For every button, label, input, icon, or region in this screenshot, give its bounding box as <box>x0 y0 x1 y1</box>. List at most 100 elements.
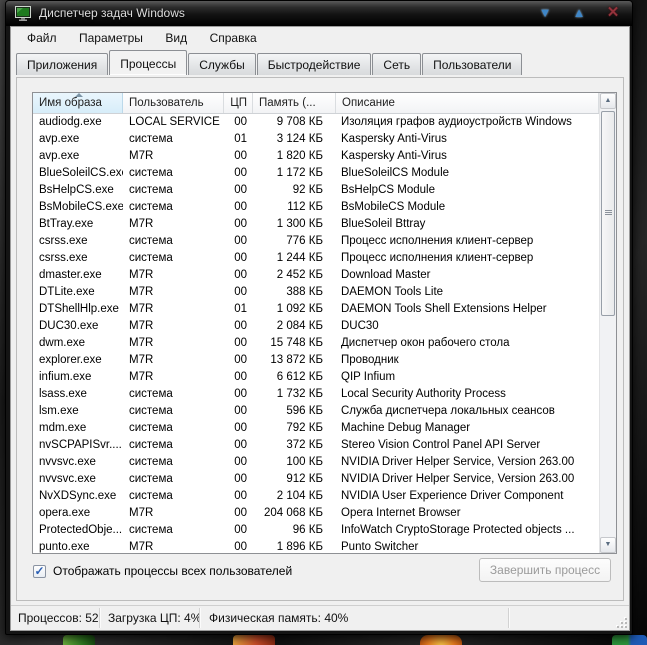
column-header-memory[interactable]: Память (... <box>253 93 336 113</box>
cell-user: система <box>123 250 224 267</box>
column-header-description[interactable]: Описание <box>336 93 599 113</box>
table-row[interactable]: BlueSoleilCS.exe система 00 1 172 КБ Blu… <box>33 165 599 182</box>
cell-cpu: 00 <box>224 284 253 301</box>
menu-view[interactable]: Вид <box>156 27 196 45</box>
table-row[interactable]: opera.exe M7R 00 204 068 КБ Opera Intern… <box>33 505 599 522</box>
show-all-users-label: Отображать процессы всех пользователей <box>53 564 292 578</box>
status-physical-memory: Физическая память: 40% <box>209 606 348 630</box>
cell-image-name: BsMobileCS.exe <box>33 199 123 216</box>
table-row[interactable]: ProtectedObje... система 00 96 КБ InfoWa… <box>33 522 599 539</box>
vertical-scrollbar[interactable]: ▲ ▼ <box>599 93 616 553</box>
cell-user: система <box>123 199 224 216</box>
table-row[interactable]: DTShellHlp.exe M7R 01 1 092 КБ DAEMON To… <box>33 301 599 318</box>
tab-users[interactable]: Пользователи <box>422 53 522 75</box>
table-row[interactable]: avp.exe M7R 00 1 820 КБ Kaspersky Anti-V… <box>33 148 599 165</box>
tab-performance[interactable]: Быстродействие <box>257 53 372 75</box>
taskbar-icon-4[interactable] <box>612 635 647 645</box>
cell-cpu: 00 <box>224 454 253 471</box>
scroll-down-icon[interactable]: ▼ <box>600 537 616 553</box>
close-button[interactable]: ✕ <box>602 3 624 22</box>
table-row[interactable]: dwm.exe M7R 00 15 748 КБ Диспетчер окон … <box>33 335 599 352</box>
cell-image-name: mdm.exe <box>33 420 123 437</box>
table-row[interactable]: mdm.exe система 00 792 КБ Machine Debug … <box>33 420 599 437</box>
show-all-users-checkbox[interactable]: ✓ <box>33 565 46 578</box>
table-row[interactable]: csrss.exe система 00 1 244 КБ Процесс ис… <box>33 250 599 267</box>
cell-description: Machine Debug Manager <box>336 420 599 437</box>
cell-cpu: 00 <box>224 403 253 420</box>
cell-cpu: 00 <box>224 148 253 165</box>
taskbar-icon-1[interactable] <box>63 635 95 645</box>
cell-image-name: dwm.exe <box>33 335 123 352</box>
cell-memory: 776 КБ <box>253 233 336 250</box>
tab-processes[interactable]: Процессы <box>109 50 187 75</box>
taskbar-icon-firefox[interactable] <box>420 635 462 645</box>
cell-image-name: nvvsvc.exe <box>33 454 123 471</box>
taskbar-icon-2[interactable] <box>233 635 275 645</box>
cell-description: QIP Infium <box>336 369 599 386</box>
tab-services[interactable]: Службы <box>188 53 255 75</box>
cell-image-name: punto.exe <box>33 539 123 553</box>
titlebar[interactable]: Диспетчер задач Windows ▼ ▲ ✕ <box>6 1 632 26</box>
column-header-cpu[interactable]: ЦП <box>224 93 253 113</box>
tab-networking[interactable]: Сеть <box>372 53 421 75</box>
end-process-button[interactable]: Завершить процесс <box>479 558 611 582</box>
resize-grip-icon[interactable] <box>615 616 627 628</box>
menu-file[interactable]: Файл <box>18 27 66 45</box>
cell-image-name: ProtectedObje... <box>33 522 123 539</box>
table-row[interactable]: infium.exe M7R 00 6 612 КБ QIP Infium <box>33 369 599 386</box>
cell-image-name: NvXDSync.exe <box>33 488 123 505</box>
cell-image-name: infium.exe <box>33 369 123 386</box>
cell-memory: 2 452 КБ <box>253 267 336 284</box>
cell-user: система <box>123 233 224 250</box>
tab-applications[interactable]: Приложения <box>16 53 108 75</box>
cell-memory: 1 896 КБ <box>253 539 336 553</box>
cell-description: Проводник <box>336 352 599 369</box>
cell-memory: 100 КБ <box>253 454 336 471</box>
cell-memory: 112 КБ <box>253 199 336 216</box>
cell-image-name: lsass.exe <box>33 386 123 403</box>
cell-memory: 92 КБ <box>253 182 336 199</box>
table-row[interactable]: DTLite.exe M7R 00 388 КБ DAEMON Tools Li… <box>33 284 599 301</box>
cell-user: LOCAL SERVICE <box>123 114 224 131</box>
menu-help[interactable]: Справка <box>201 27 266 45</box>
table-row[interactable]: dmaster.exe M7R 00 2 452 КБ Download Mas… <box>33 267 599 284</box>
table-row[interactable]: lsass.exe система 00 1 732 КБ Local Secu… <box>33 386 599 403</box>
table-row[interactable]: nvSCPAPISvr.... система 00 372 КБ Stereo… <box>33 437 599 454</box>
cell-image-name: csrss.exe <box>33 250 123 267</box>
maximize-button[interactable]: ▲ <box>568 3 590 22</box>
cell-user: система <box>123 471 224 488</box>
table-row[interactable]: BsHelpCS.exe система 00 92 КБ BsHelpCS M… <box>33 182 599 199</box>
show-all-users-row: ✓ Отображать процессы всех пользователей <box>33 564 292 578</box>
cell-cpu: 01 <box>224 131 253 148</box>
table-row[interactable]: punto.exe M7R 00 1 896 КБ Punto Switcher <box>33 539 599 553</box>
table-row[interactable]: csrss.exe система 00 776 КБ Процесс испо… <box>33 233 599 250</box>
cell-memory: 96 КБ <box>253 522 336 539</box>
scroll-up-icon[interactable]: ▲ <box>600 93 616 109</box>
table-row[interactable]: BtTray.exe M7R 00 1 300 КБ BlueSoleil Bt… <box>33 216 599 233</box>
cell-user: система <box>123 454 224 471</box>
table-row[interactable]: BsMobileCS.exe система 00 112 КБ BsMobil… <box>33 199 599 216</box>
column-header-user[interactable]: Пользователь <box>123 93 224 113</box>
table-row[interactable]: avp.exe система 01 3 124 КБ Kaspersky An… <box>33 131 599 148</box>
cell-image-name: DTShellHlp.exe <box>33 301 123 318</box>
menu-options[interactable]: Параметры <box>70 27 152 45</box>
table-row[interactable]: DUC30.exe M7R 00 2 084 КБ DUC30 <box>33 318 599 335</box>
table-row[interactable]: nvvsvc.exe система 00 100 КБ NVIDIA Driv… <box>33 454 599 471</box>
cell-user: система <box>123 403 224 420</box>
table-row[interactable]: audiodg.exe LOCAL SERVICE 00 9 708 КБ Из… <box>33 114 599 131</box>
cell-cpu: 00 <box>224 471 253 488</box>
cell-description: InfoWatch CryptoStorage Protected object… <box>336 522 599 539</box>
cell-cpu: 00 <box>224 505 253 522</box>
table-row[interactable]: nvvsvc.exe система 00 912 КБ NVIDIA Driv… <box>33 471 599 488</box>
cell-user: M7R <box>123 539 224 553</box>
minimize-button[interactable]: ▼ <box>534 3 556 22</box>
scrollbar-thumb[interactable] <box>601 111 615 316</box>
cell-description: BlueSoleilCS Module <box>336 165 599 182</box>
table-row[interactable]: NvXDSync.exe система 00 2 104 КБ NVIDIA … <box>33 488 599 505</box>
cell-image-name: opera.exe <box>33 505 123 522</box>
cell-user: система <box>123 165 224 182</box>
status-separator <box>508 608 509 628</box>
table-row[interactable]: lsm.exe система 00 596 КБ Служба диспетч… <box>33 403 599 420</box>
table-row[interactable]: explorer.exe M7R 00 13 872 КБ Проводник <box>33 352 599 369</box>
cell-memory: 792 КБ <box>253 420 336 437</box>
